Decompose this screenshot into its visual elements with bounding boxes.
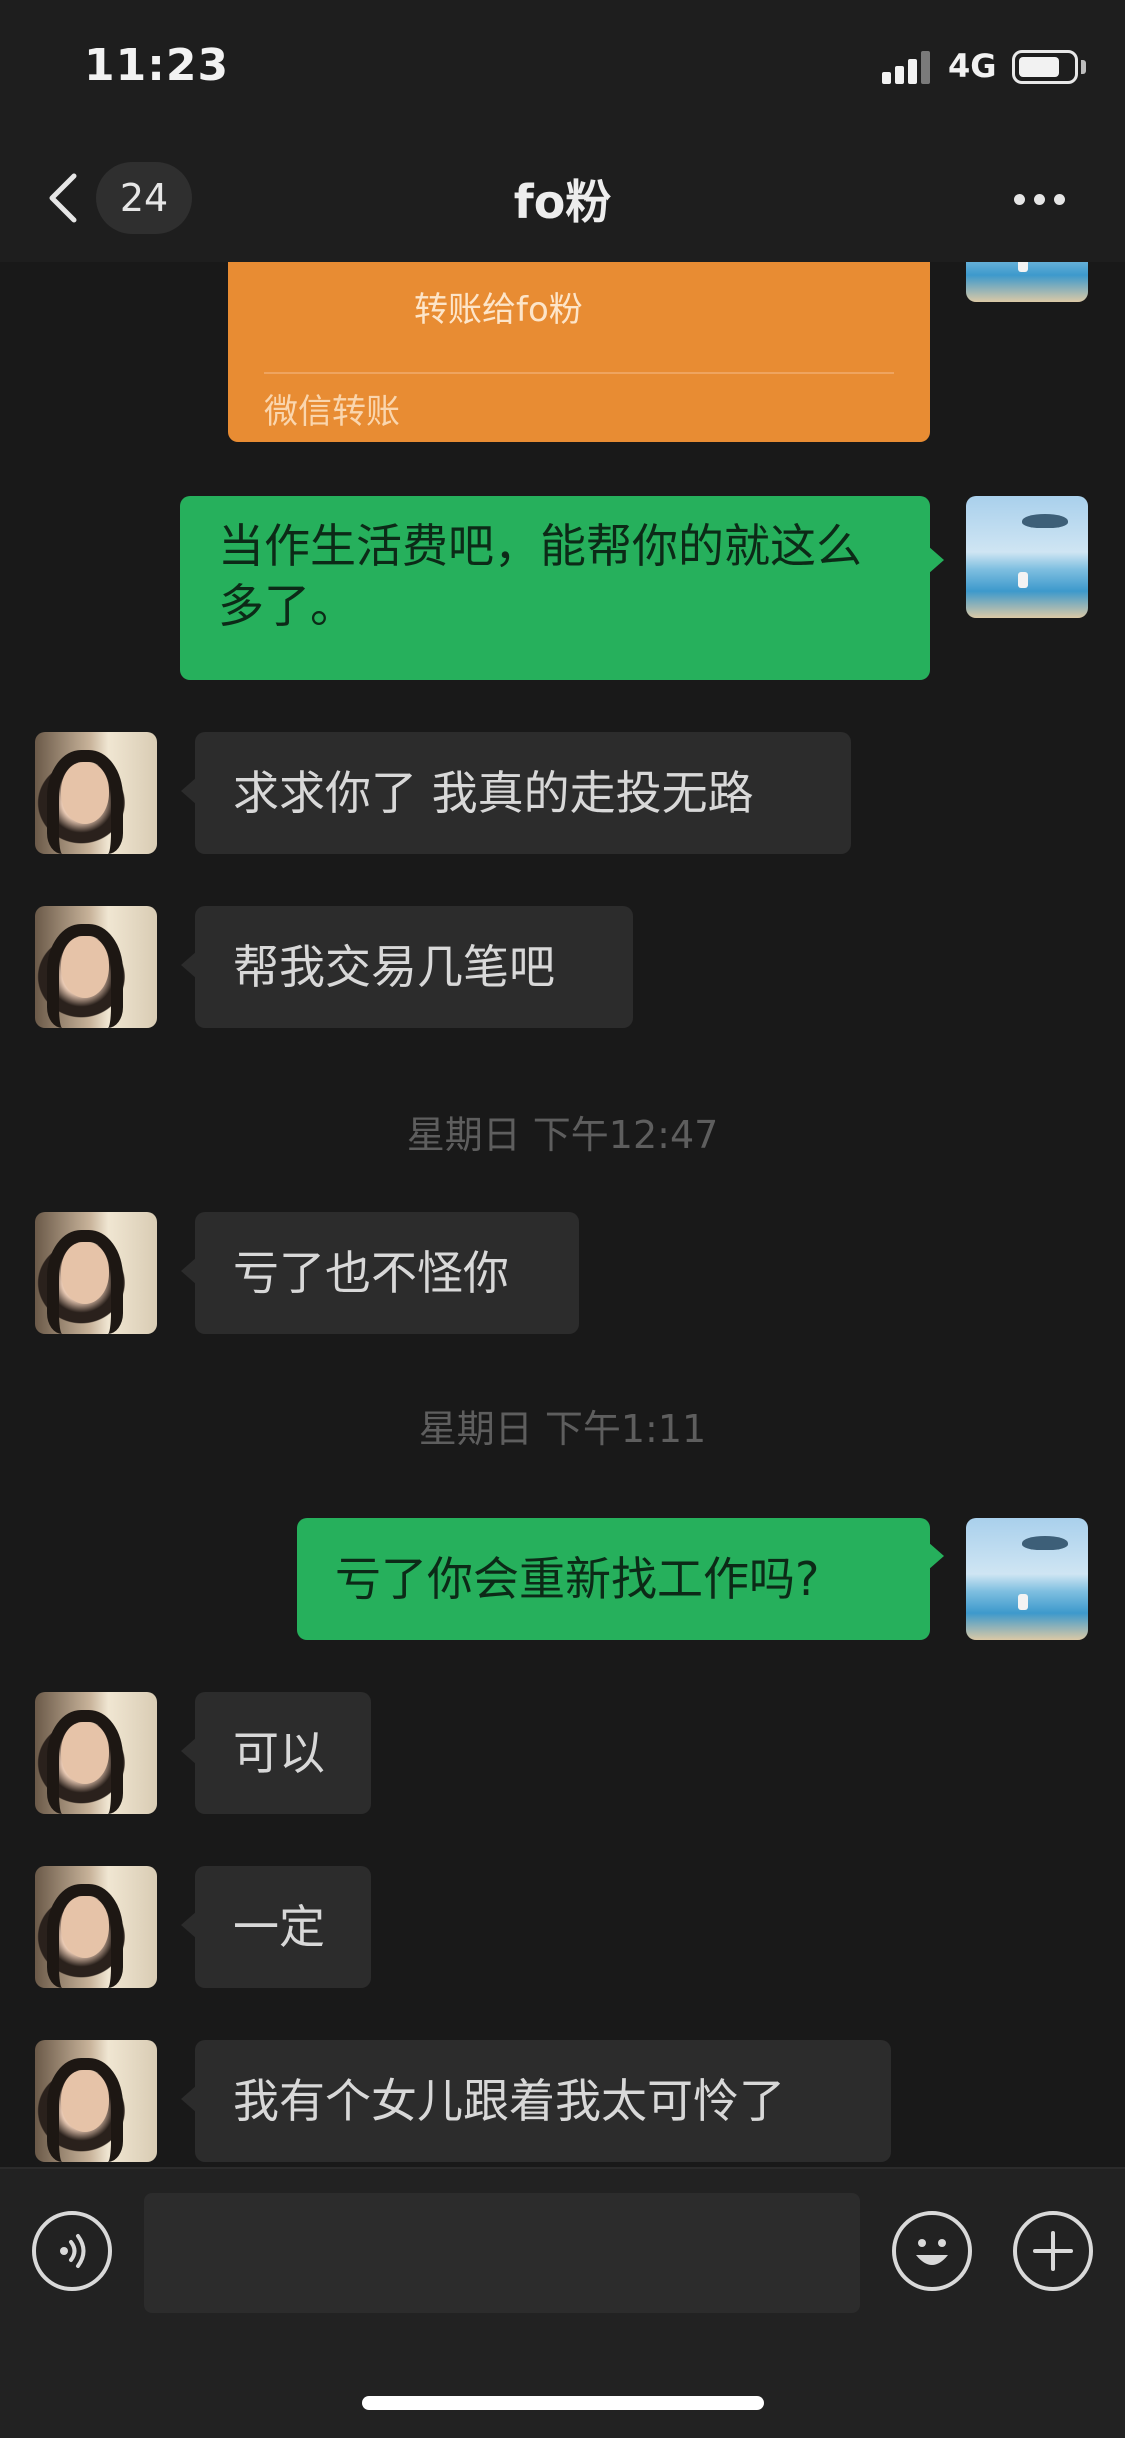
- avatar[interactable]: [35, 2040, 157, 2162]
- message-text: 可以: [233, 1726, 325, 1780]
- avatar[interactable]: [35, 1866, 157, 1988]
- network-type: 4G: [948, 47, 997, 85]
- emoji-button[interactable]: [892, 2211, 972, 2291]
- message-text: 亏了你会重新找工作吗?: [335, 1552, 820, 1606]
- voice-icon: [60, 2234, 86, 2268]
- message-bubble-received[interactable]: 一定: [181, 1866, 371, 1988]
- home-indicator[interactable]: [362, 2396, 764, 2410]
- battery-icon: [1012, 50, 1078, 84]
- signal-icon: [882, 50, 934, 84]
- avatar[interactable]: [35, 1692, 157, 1814]
- timestamp: 星期日 下午1:11: [418, 1407, 707, 1451]
- avatar[interactable]: [35, 1212, 157, 1334]
- battery-tip: [1081, 60, 1086, 74]
- avatar[interactable]: [966, 496, 1088, 618]
- message-bubble-received[interactable]: 帮我交易几笔吧: [181, 906, 633, 1028]
- plus-button[interactable]: [1013, 2211, 1093, 2291]
- message-text: 帮我交易几笔吧: [233, 940, 555, 994]
- plus-icon: [1033, 2231, 1073, 2271]
- divider: [264, 372, 894, 374]
- message-bubble-sent[interactable]: 亏了你会重新找工作吗?: [297, 1518, 944, 1640]
- avatar[interactable]: [966, 1518, 1088, 1640]
- message-bubble-received[interactable]: 亏了也不怪你: [181, 1212, 579, 1334]
- avatar[interactable]: [35, 732, 157, 854]
- message-text: 我有个女儿跟着我太可怜了: [233, 2074, 785, 2128]
- avatar[interactable]: [35, 906, 157, 1028]
- emoji-icon: [916, 2239, 948, 2265]
- message-text: 求求你了 我真的走投无路: [233, 766, 754, 820]
- message-text: 当作生活费吧，能帮你的就这么多了。: [218, 519, 862, 633]
- message-bubble-received[interactable]: 可以: [181, 1692, 371, 1814]
- top-bar: 11:23 4G 24 fo粉: [0, 0, 1125, 262]
- message-input[interactable]: [144, 2193, 860, 2313]
- voice-button[interactable]: [32, 2211, 112, 2291]
- message-text: 亏了也不怪你: [233, 1246, 509, 1300]
- timestamp: 星期日 下午12:47: [406, 1113, 719, 1157]
- transfer-description: 转账给fo粉: [414, 290, 583, 330]
- message-bubble-received[interactable]: 求求你了 我真的走投无路: [181, 732, 851, 854]
- transfer-label: 微信转账: [264, 392, 400, 432]
- chat-title: fo粉: [513, 175, 612, 229]
- message-bubble-sent[interactable]: 当作生活费吧，能帮你的就这么多了。: [180, 496, 944, 680]
- message-bubble-received[interactable]: 我有个女儿跟着我太可怜了: [181, 2040, 891, 2162]
- status-time: 11:23: [84, 40, 230, 91]
- more-button[interactable]: [1010, 180, 1070, 216]
- message-text: 一定: [233, 1900, 325, 1954]
